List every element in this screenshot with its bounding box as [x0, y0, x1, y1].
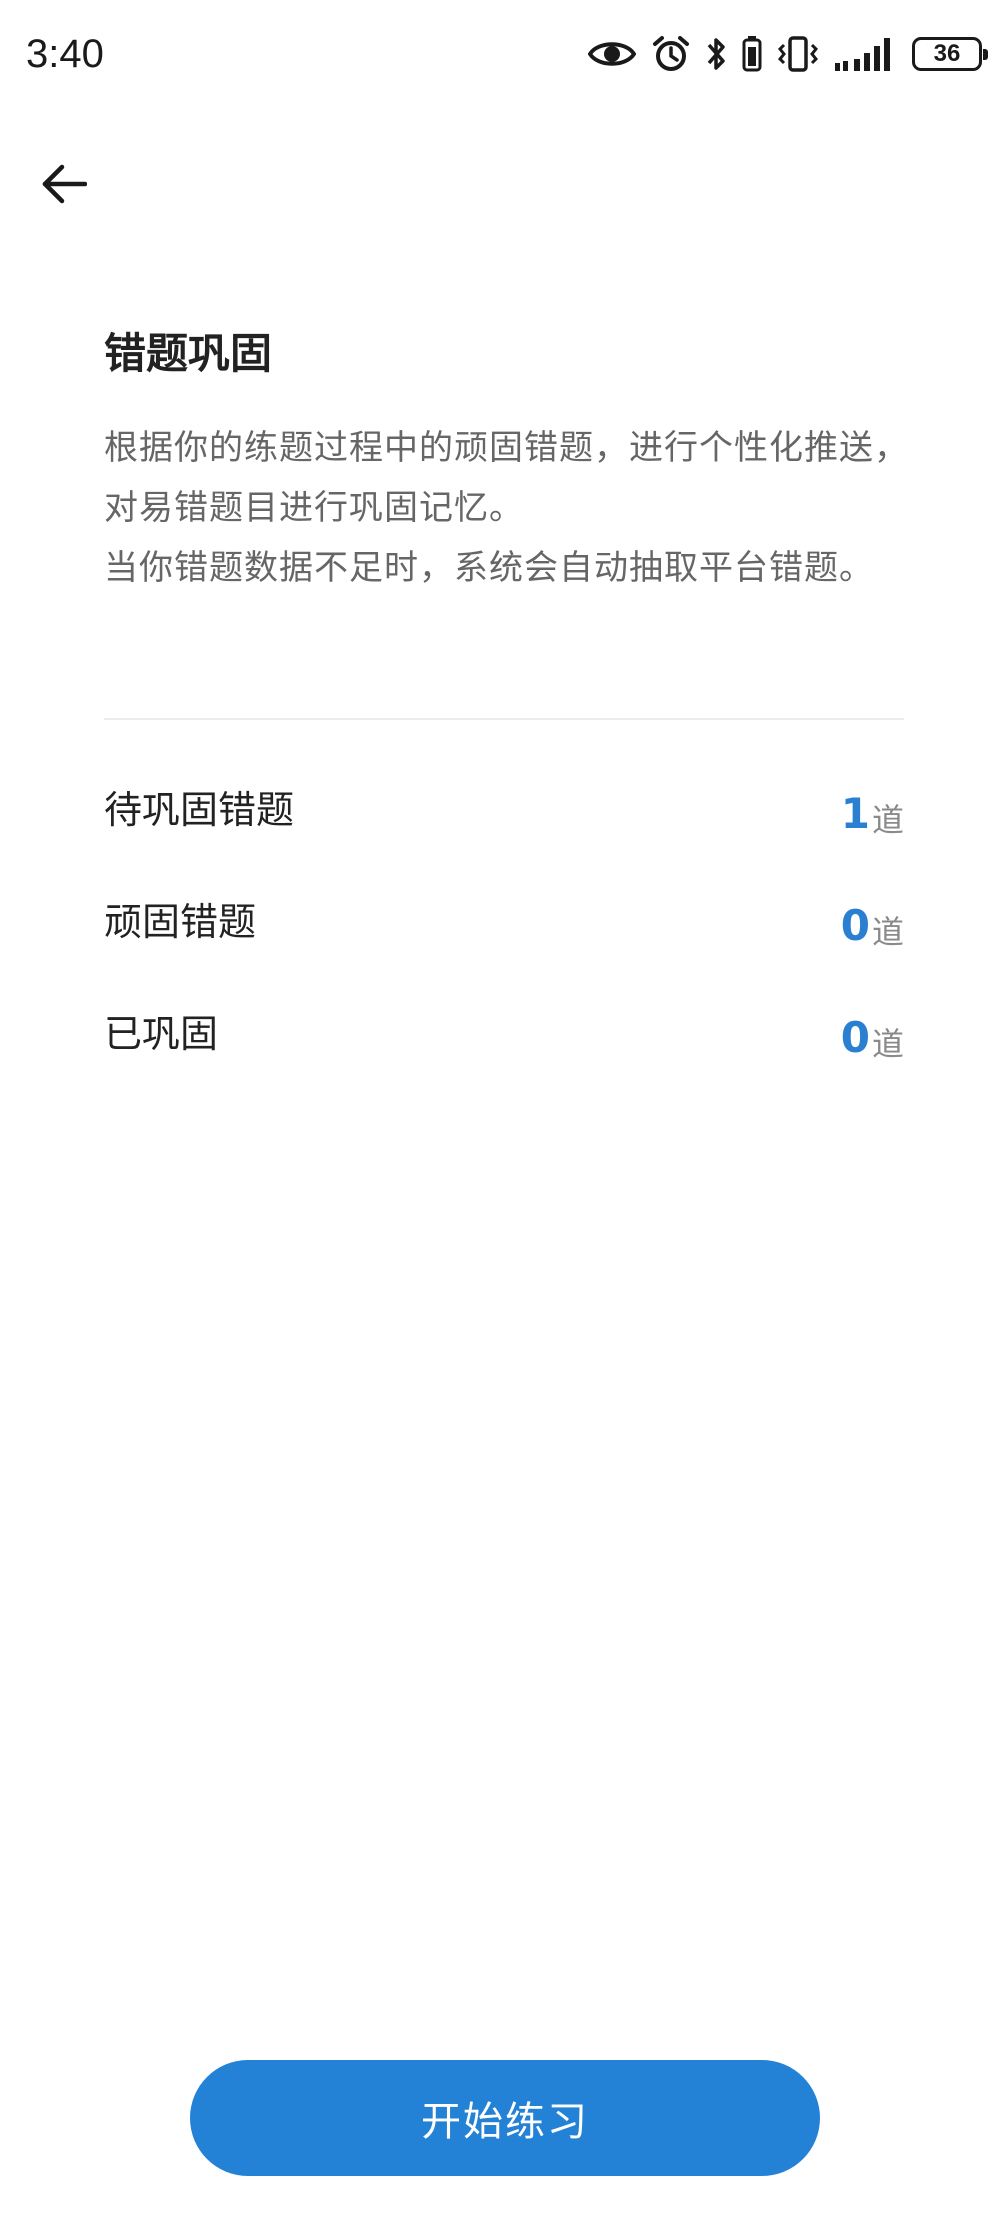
back-button[interactable] — [28, 150, 100, 222]
divider — [104, 718, 904, 720]
arrow-left-icon — [41, 164, 88, 208]
description: 根据你的练题过程中的顽固错题，进行个性化推送，对易错题目进行巩固记忆。 当你错题… — [104, 418, 916, 598]
stat-number: 0 — [840, 901, 870, 950]
stat-row-consolidated: 已巩固 0 道 — [104, 996, 904, 1108]
battery-level: 36 — [933, 40, 961, 67]
stat-row-stubborn: 顽固错题 0 道 — [104, 884, 904, 996]
eye-icon — [588, 37, 636, 71]
stat-label: 待巩固错题 — [104, 788, 295, 832]
start-practice-button[interactable]: 开始练习 — [190, 2060, 820, 2176]
stat-row-pending: 待巩固错题 1 道 — [104, 772, 904, 884]
stat-label: 顽固错题 — [104, 900, 257, 944]
stat-value: 1 道 — [841, 772, 904, 848]
status-icons: 36 — [588, 30, 988, 78]
stat-number: 0 — [840, 1013, 870, 1062]
stat-value: 0 道 — [841, 884, 904, 960]
stat-label: 已巩固 — [104, 1012, 219, 1056]
stat-unit: 道 — [871, 801, 904, 839]
stat-number: 1 — [840, 789, 870, 838]
bluetooth-icon — [706, 35, 726, 73]
vibrate-icon — [778, 35, 818, 73]
signal-icon — [834, 35, 896, 73]
stat-list: 待巩固错题 1 道 顽固错题 0 道 已巩固 0 道 — [104, 772, 904, 1108]
battery-icon: 36 — [912, 37, 988, 71]
status-bar: 3:40 36 — [0, 0, 1008, 108]
stat-unit: 道 — [871, 913, 904, 951]
battery-saver-icon — [742, 35, 762, 73]
status-time: 3:40 — [26, 32, 104, 76]
stat-value: 0 道 — [841, 996, 904, 1072]
stat-unit: 道 — [871, 1025, 904, 1063]
description-line-1: 根据你的练题过程中的顽固错题，进行个性化推送，对易错题目进行巩固记忆。 — [104, 428, 909, 528]
page-title: 错题巩固 — [104, 329, 273, 378]
description-line-2: 当你错题数据不足时，系统会自动抽取平台错题。 — [104, 548, 874, 588]
alarm-icon — [652, 35, 690, 73]
